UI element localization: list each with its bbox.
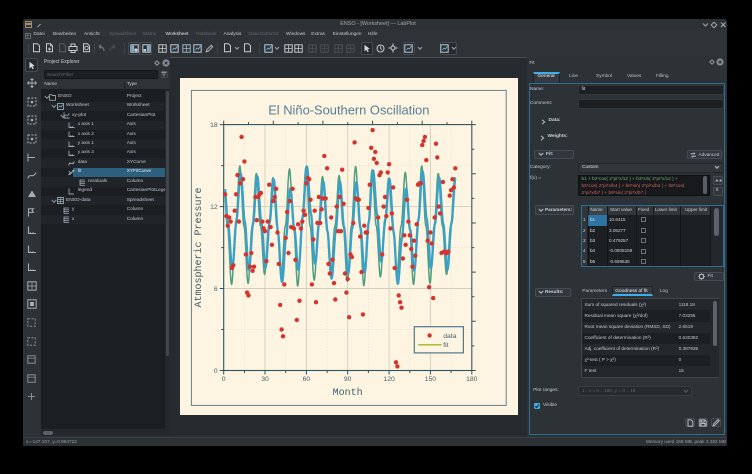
svg-text:Month: Month: [333, 387, 363, 399]
svg-text:120: 120: [384, 376, 396, 383]
svg-text:El Niño-Southern Oscillation: El Niño-Southern Oscillation: [269, 102, 430, 117]
svg-text:0: 0: [222, 376, 226, 383]
svg-text:150: 150: [425, 376, 437, 383]
svg-text:fit: fit: [444, 342, 449, 349]
svg-text:0: 0: [214, 367, 218, 374]
svg-text:30: 30: [262, 376, 270, 383]
svg-text:6: 6: [214, 285, 218, 292]
svg-text:data: data: [444, 332, 457, 339]
svg-text:90: 90: [344, 376, 352, 383]
svg-text:180: 180: [467, 376, 479, 383]
svg-text:Atmospheric Pressure: Atmospheric Pressure: [193, 187, 205, 307]
svg-text:18: 18: [211, 122, 219, 129]
svg-text:12: 12: [211, 204, 219, 211]
svg-text:60: 60: [303, 376, 311, 383]
